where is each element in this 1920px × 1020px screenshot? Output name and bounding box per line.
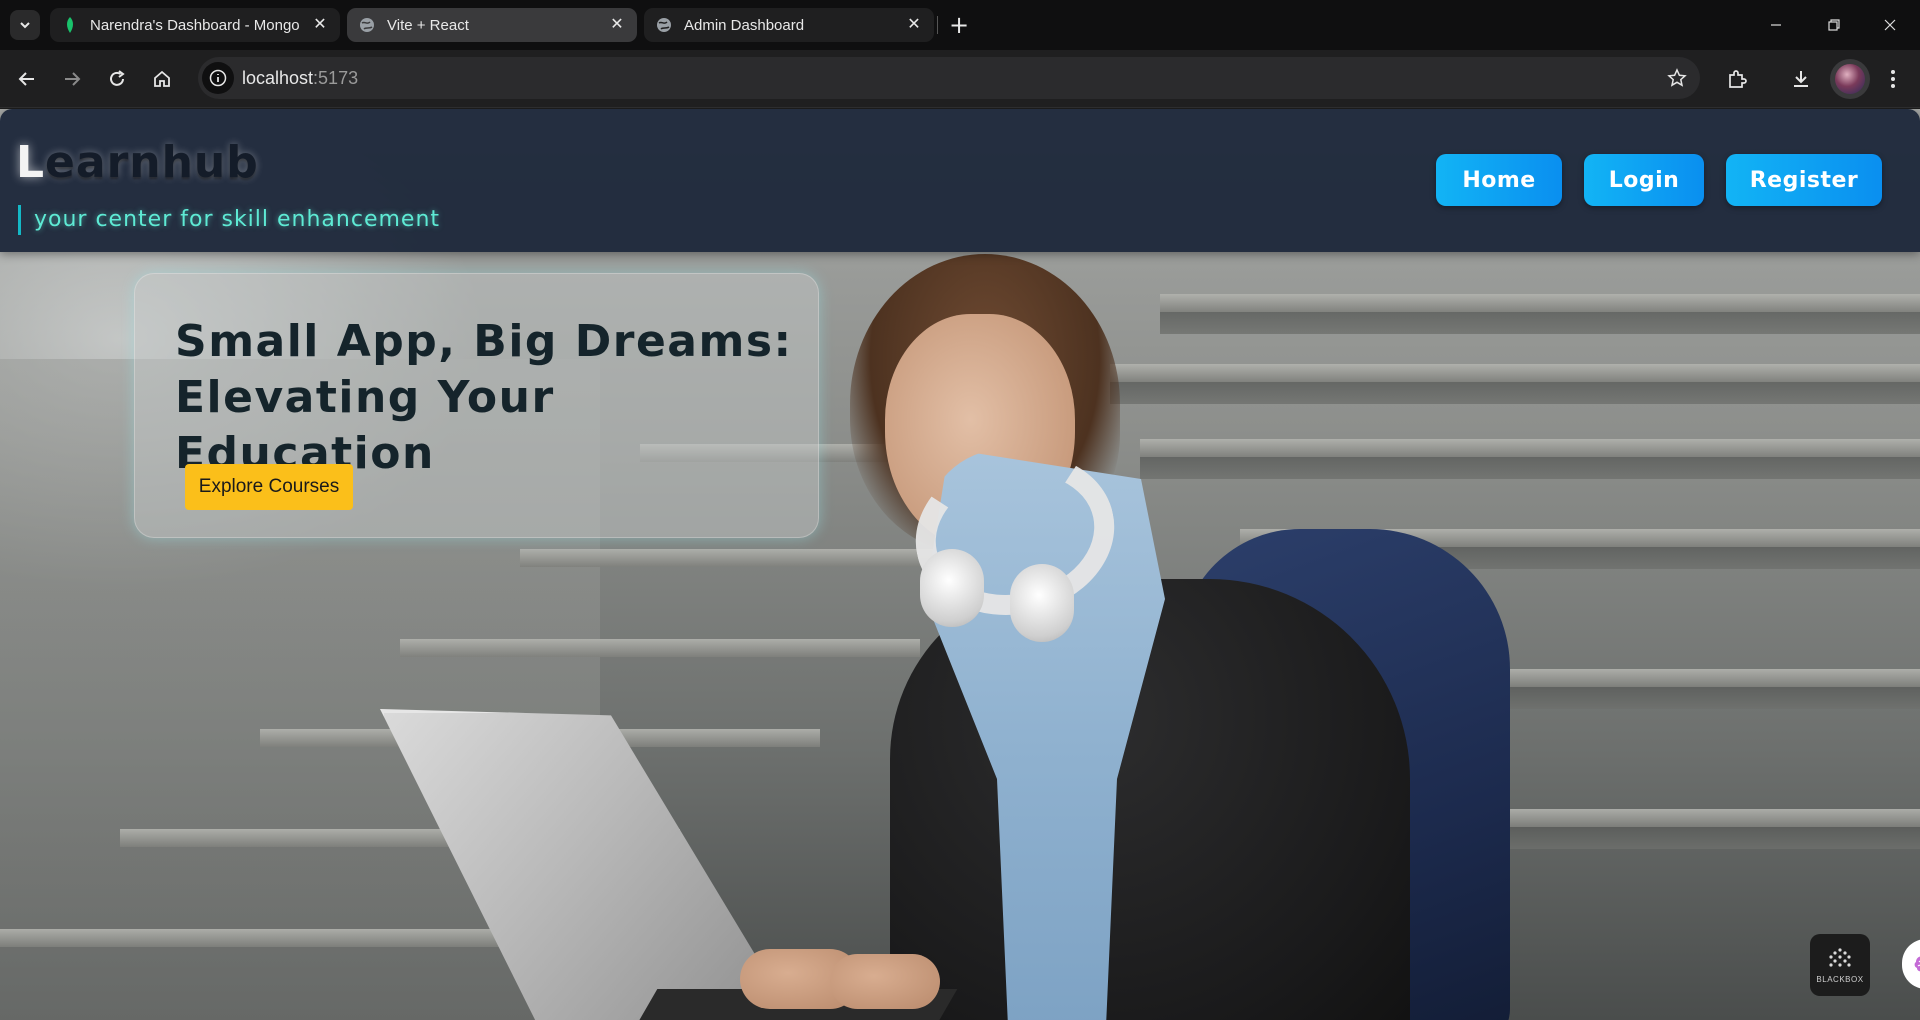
tab-title: Vite + React xyxy=(387,16,469,34)
site-header: Learnhub your center for skill enhanceme… xyxy=(0,109,1920,252)
brain-icon xyxy=(1914,956,1920,972)
stair-shadow xyxy=(1460,687,1920,709)
headphone-earcup xyxy=(920,549,984,627)
close-icon[interactable]: ✕ xyxy=(609,17,625,33)
stair-shadow xyxy=(1110,382,1920,404)
download-icon xyxy=(1794,71,1808,87)
stair-step xyxy=(1460,669,1920,687)
puzzle-icon xyxy=(1729,70,1747,88)
stair-shadow xyxy=(1500,827,1920,849)
hero-title-line2: Elevating Your Education xyxy=(175,372,555,479)
url-text[interactable]: localhost:5173 xyxy=(242,68,358,89)
home-button[interactable] xyxy=(147,64,177,94)
tab-mongodb-dashboard[interactable]: Narendra's Dashboard - Mongo ✕ xyxy=(50,8,340,42)
reload-icon xyxy=(110,70,125,86)
stair-step xyxy=(520,549,940,567)
nav-register-button[interactable]: Register xyxy=(1726,154,1882,206)
site-info-button[interactable] xyxy=(202,62,234,94)
url-port: :5173 xyxy=(313,68,359,88)
site-logo[interactable]: Learnhub xyxy=(16,137,259,188)
stair-step xyxy=(1110,364,1920,382)
restore-button[interactable] xyxy=(1806,0,1862,50)
hero-card: Small App, Big Dreams: Elevating Your Ed… xyxy=(134,273,819,538)
explore-courses-button[interactable]: Explore Courses xyxy=(185,464,353,510)
minimize-icon xyxy=(1771,24,1781,26)
nav-login-button[interactable]: Login xyxy=(1584,154,1704,206)
home-icon xyxy=(154,70,170,87)
tab-title: Admin Dashboard xyxy=(684,16,805,34)
browser-toolbar: localhost:5173 xyxy=(0,50,1920,108)
stair-step xyxy=(1500,809,1920,827)
star-icon xyxy=(1667,68,1687,87)
site-tagline: your center for skill enhancement xyxy=(34,207,441,232)
arrow-left-icon xyxy=(18,72,34,86)
extensions-button[interactable] xyxy=(1722,64,1752,94)
tagline-accent-bar xyxy=(18,205,21,235)
back-button[interactable] xyxy=(12,64,42,94)
stair-shadow xyxy=(1140,457,1920,479)
bookmark-star-button[interactable] xyxy=(1664,65,1690,91)
stair-step xyxy=(1160,294,1920,312)
nav-home-button[interactable]: Home xyxy=(1436,154,1562,206)
stair-shadow xyxy=(1160,312,1920,334)
tab-admin-dashboard[interactable]: Admin Dashboard ✕ xyxy=(644,8,934,42)
tab-search-button[interactable] xyxy=(10,10,40,40)
avatar-image xyxy=(1835,64,1865,94)
browser-menu-button[interactable] xyxy=(1878,64,1908,94)
forward-button[interactable] xyxy=(57,64,87,94)
reload-button[interactable] xyxy=(102,64,132,94)
hero-title: Small App, Big Dreams: Elevating Your Ed… xyxy=(175,314,795,482)
mongodb-leaf-icon xyxy=(62,17,78,33)
tab-separator xyxy=(937,16,938,34)
person-hand xyxy=(830,954,940,1009)
profile-avatar[interactable] xyxy=(1830,59,1870,99)
minimize-button[interactable] xyxy=(1748,0,1804,50)
logo-initial: L xyxy=(16,137,46,188)
close-icon[interactable]: ✕ xyxy=(906,17,922,33)
stair-step xyxy=(1140,439,1920,457)
logo-rest: earnhub xyxy=(45,137,259,188)
close-window-button[interactable] xyxy=(1862,0,1918,50)
hero-title-line1: Small App, Big Dreams: xyxy=(175,316,793,367)
new-tab-button[interactable]: + xyxy=(945,12,973,40)
info-icon xyxy=(209,69,227,87)
stair-step xyxy=(400,639,920,657)
chevron-down-icon xyxy=(20,22,30,29)
page-viewport: Learnhub your center for skill enhanceme… xyxy=(0,109,1920,1020)
browser-tab-bar: Narendra's Dashboard - Mongo ✕ Vite + Re… xyxy=(0,0,1920,50)
close-icon xyxy=(1884,19,1896,31)
address-bar[interactable]: localhost:5173 xyxy=(198,57,1700,99)
more-vertical-icon xyxy=(1891,70,1895,88)
headphone-earcup xyxy=(1010,564,1074,642)
arrow-right-icon xyxy=(65,72,81,86)
globe-icon xyxy=(359,17,375,33)
blackbox-label: BLACKBOX xyxy=(1816,974,1864,984)
tab-vite-react[interactable]: Vite + React ✕ xyxy=(347,8,637,42)
blackbox-logo-icon xyxy=(1829,947,1851,967)
globe-icon xyxy=(656,17,672,33)
tab-title: Narendra's Dashboard - Mongo xyxy=(90,16,300,34)
restore-icon xyxy=(1828,19,1840,31)
close-icon[interactable]: ✕ xyxy=(312,17,328,33)
url-host: localhost xyxy=(242,68,314,88)
downloads-button[interactable] xyxy=(1786,64,1816,94)
blackbox-extension-widget[interactable]: BLACKBOX xyxy=(1810,934,1870,996)
